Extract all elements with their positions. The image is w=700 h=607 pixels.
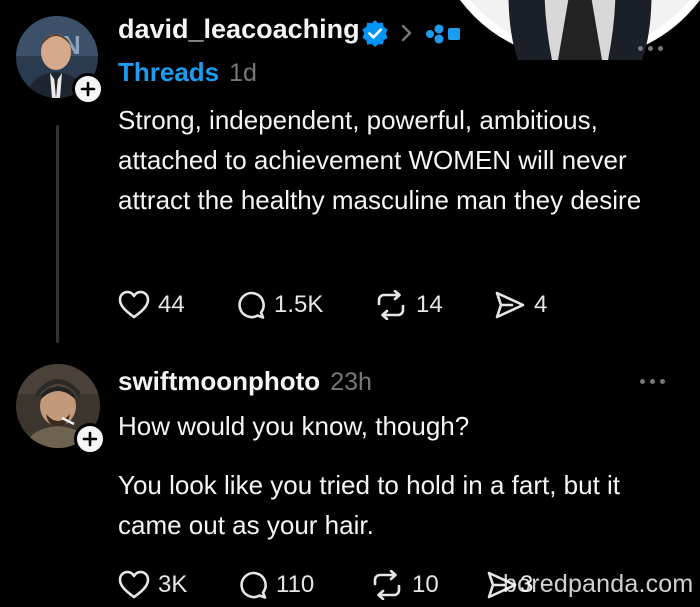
thread-connector-line [56,125,59,343]
post-reply-count: 1.5K [274,291,324,318]
plus-icon [82,431,98,447]
follow-author-button[interactable] [72,73,104,105]
comment-icon [240,571,267,599]
heart-icon [118,290,150,319]
post-repost-button[interactable]: 14 [374,290,443,320]
author-username[interactable]: david_leacoaching [118,14,360,45]
reply-repost-button[interactable]: 10 [370,570,439,600]
reply-more-options-button[interactable] [640,379,665,384]
watermark-text: boredpanda.com [503,570,694,598]
post-share-count: 4 [534,291,548,318]
post-reply-button[interactable]: 1.5K [236,290,323,320]
post-repost-count: 14 [416,291,443,318]
threads-source-link[interactable]: Threads [118,57,219,88]
share-send-icon [495,291,525,319]
post-timestamp: 1d [229,59,257,87]
profile-photo-overlay [430,0,700,60]
reply-reply-button[interactable]: 110 [238,570,314,600]
reply-reply-count: 110 [276,571,315,598]
reply-timestamp: 23h [330,368,372,396]
post-text: Strong, independent, powerful, ambitious… [118,105,642,215]
post-like-count: 44 [158,291,185,318]
chevron-right-icon [400,23,414,48]
repost-icon [377,290,405,320]
reply-like-count: 3K [158,571,188,598]
post-share-button[interactable]: 4 [494,290,547,320]
reply-like-button[interactable]: 3K [118,570,187,600]
reply-text-line2: You look like you tried to hold in a far… [118,470,621,540]
reply-text-line1: How would you know, though? [118,411,470,441]
repost-icon [373,570,401,600]
plus-icon [80,81,96,97]
verified-badge-icon [361,19,389,52]
heart-icon [118,570,150,599]
follow-reply-author-button[interactable] [74,423,106,455]
post-more-options-button[interactable] [638,46,663,51]
reply-repost-count: 10 [412,571,439,598]
comment-icon [238,291,265,319]
reply-username[interactable]: swiftmoonphoto [118,366,320,397]
post-like-button[interactable]: 44 [118,290,185,320]
